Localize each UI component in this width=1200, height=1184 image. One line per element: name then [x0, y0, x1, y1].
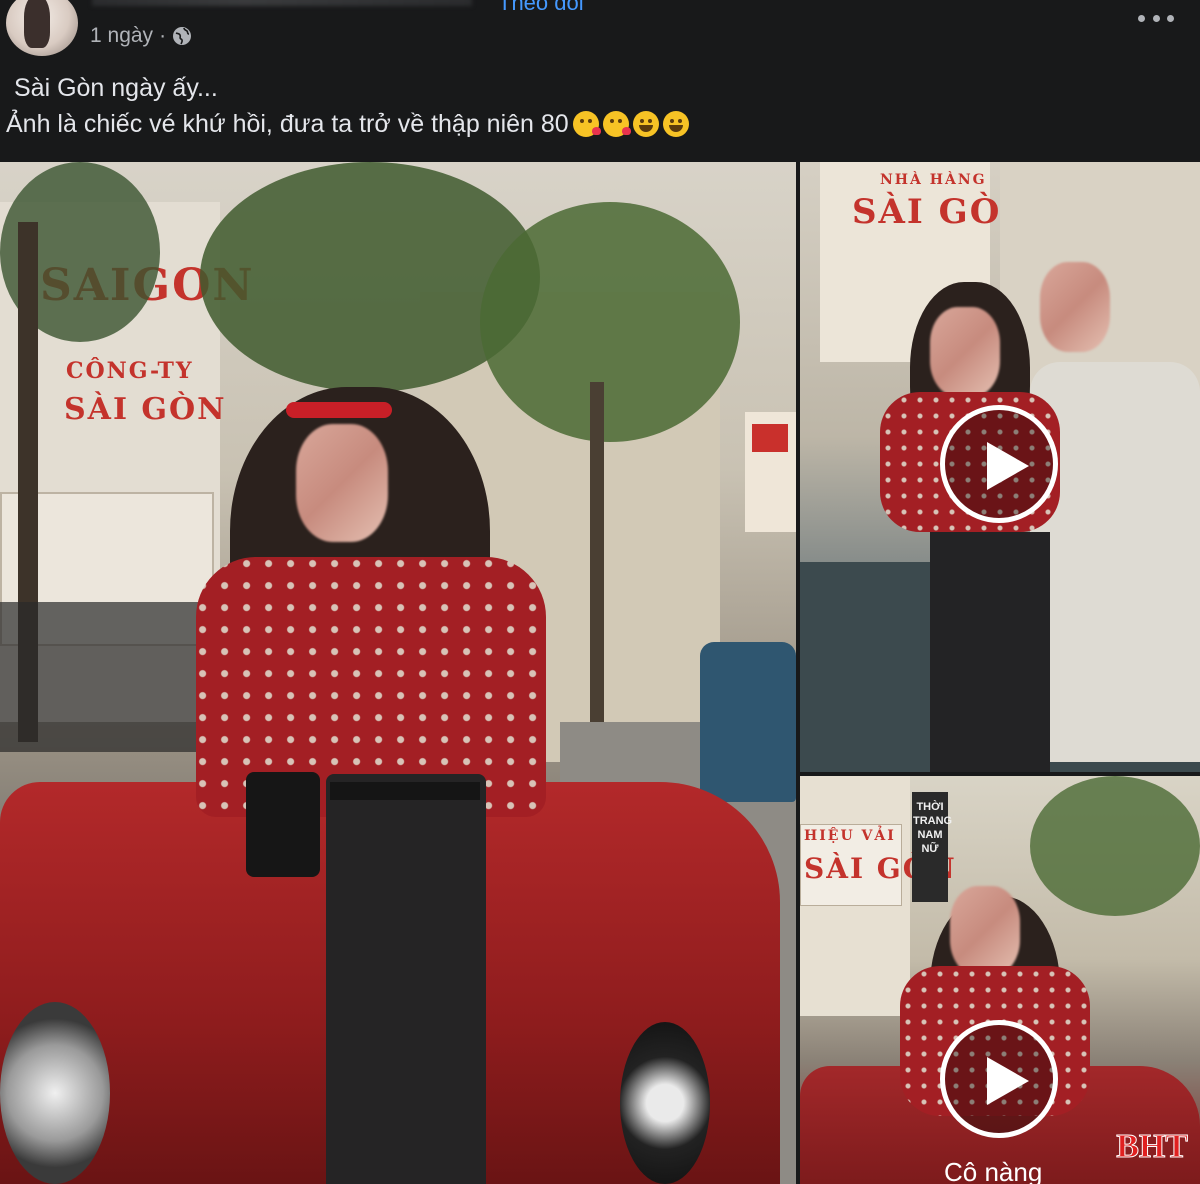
more-options-icon[interactable] [1138, 10, 1174, 26]
blurred-face [950, 886, 1020, 976]
follow-link[interactable]: Theo dõi [498, 0, 584, 16]
car-headlight [0, 1002, 110, 1184]
handbag [246, 772, 320, 877]
cong-ty-sign: CÔNG-TY [66, 358, 194, 384]
blurred-face [296, 424, 388, 542]
blurred-face [1040, 262, 1110, 352]
video-thumbnail-2[interactable]: HIỆU VẢI SÀI GÒN THỜI TRANG NAM NỮ Cô nà… [800, 776, 1200, 1184]
globe-icon[interactable] [172, 26, 192, 46]
car-wheel [620, 1022, 710, 1184]
rolling-laughing-icon [662, 111, 689, 137]
play-button[interactable] [940, 405, 1058, 523]
thoi-trang-sign: THỜI TRANG NAM NỮ [913, 801, 953, 855]
caption-line-2: Ảnh là chiếc vé khứ hồi, đưa ta trở về t… [0, 106, 1200, 142]
nha-hang-sign: NHÀ HÀNG [880, 172, 987, 188]
kissing-face-icon [572, 111, 601, 137]
blurred-face [930, 307, 1000, 397]
car-windshield [0, 602, 210, 752]
post-meta: 1 ngày · [90, 24, 192, 48]
caption-line-2-text: Ảnh là chiếc vé khứ hồi, đưa ta trở về t… [6, 110, 569, 138]
black-jeans [326, 774, 486, 1184]
video-caption: Cô nàng [944, 1157, 1043, 1184]
blue-car [700, 642, 796, 802]
video-thumbnail-1[interactable]: NHÀ HÀNG SÀI GÒN [800, 162, 1200, 772]
rolling-laughing-icon [632, 111, 659, 137]
hieu-vai-sign: HIỆU VẢI [804, 828, 896, 844]
belt [330, 782, 480, 800]
black-jeans [930, 532, 1050, 772]
play-button[interactable] [940, 1020, 1058, 1138]
watermark-logo: BHT [1116, 1128, 1189, 1166]
author-name-blurred[interactable] [92, 0, 472, 6]
headband [286, 402, 392, 418]
post-time[interactable]: 1 ngày [90, 24, 153, 48]
post-header: Theo dõi 1 ngày · [0, 0, 1200, 70]
main-photo[interactable]: SAIGON CÔNG-TY SÀI GÒN [0, 162, 796, 1184]
post-caption: Sài Gòn ngày ấy... Ảnh là chiếc vé khứ h… [0, 70, 1200, 142]
flag [752, 424, 788, 452]
avatar[interactable] [6, 0, 78, 56]
tree-canopy [480, 202, 740, 442]
tree-canopy [1030, 776, 1200, 916]
caption-line-1: Sài Gòn ngày ấy... [14, 74, 218, 102]
kissing-face-icon [602, 111, 631, 137]
sai-gon-sign: SÀI GÒN [64, 392, 227, 427]
